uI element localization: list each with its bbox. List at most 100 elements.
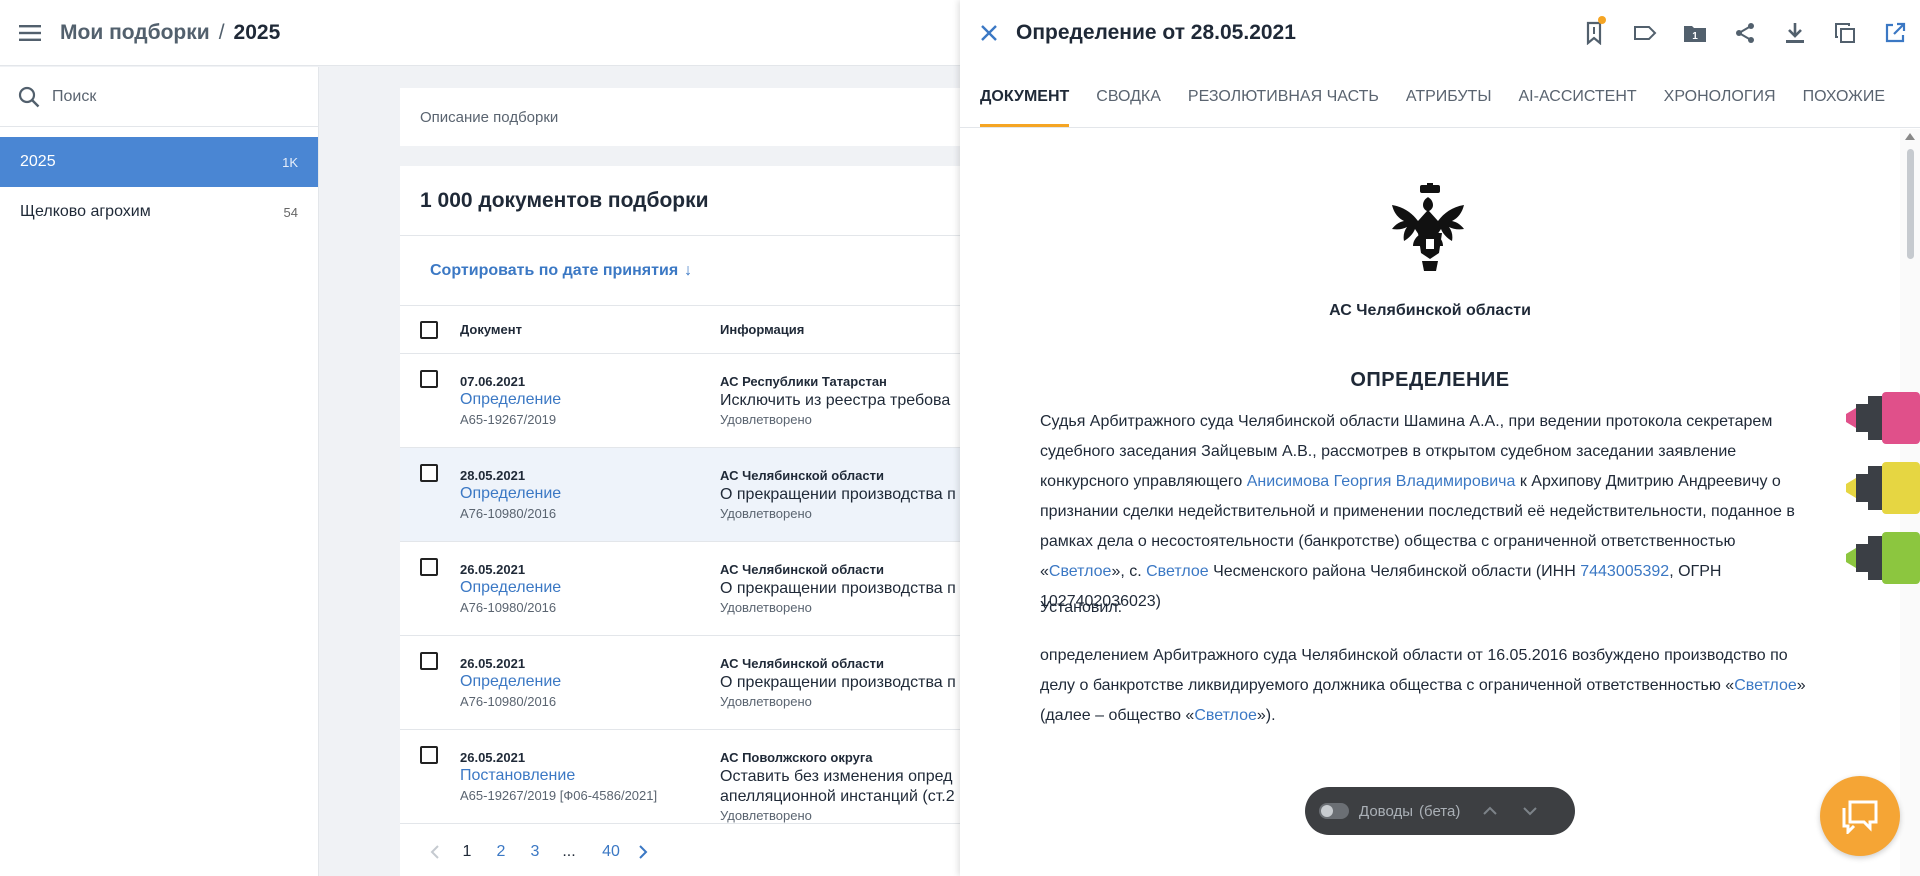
scrollbar-thumb[interactable] <box>1907 149 1914 259</box>
breadcrumb-separator: / <box>218 20 225 44</box>
row-checkbox[interactable] <box>420 370 438 388</box>
document-court: АС Челябинской области <box>1329 302 1531 319</box>
table-row[interactable]: 28.05.2021 Определение А76-10980/2016 АС… <box>400 448 960 542</box>
prev-page-icon[interactable] <box>420 844 450 860</box>
row-doc-link[interactable]: Определение <box>460 391 561 409</box>
sidebar-item-2025[interactable]: 2025 1K <box>0 137 318 187</box>
scroll-up-icon[interactable] <box>1905 133 1915 140</box>
row-doc-link[interactable]: Определение <box>460 485 561 503</box>
panel-toolbar: 1 <box>1570 0 1920 66</box>
tab-summary[interactable]: Сводка <box>1096 86 1161 127</box>
search-input[interactable] <box>52 87 292 106</box>
row-case-number: А65-19267/2019 [Ф06-4586/2021] <box>460 788 658 803</box>
chat-icon[interactable] <box>1820 776 1900 856</box>
row-checkbox[interactable] <box>420 558 438 576</box>
notification-dot <box>1598 16 1606 24</box>
table-row[interactable]: 07.06.2021 Определение А65-19267/2019 АС… <box>400 354 960 448</box>
row-date: 07.06.2021 <box>460 374 526 389</box>
main-content: Описание подборки 1 000 документов подбо… <box>320 67 960 876</box>
sidebar-item-shchelkovo-agrokhim[interactable]: Щелково агрохим 54 <box>0 187 318 237</box>
place-link[interactable]: Светлое <box>1146 563 1209 580</box>
pagination: 1 2 3 ... 40 <box>400 828 960 876</box>
row-status: Удовлетворено <box>720 506 812 521</box>
tab-chronology[interactable]: Хронология <box>1664 86 1776 127</box>
next-page-icon[interactable] <box>628 844 658 860</box>
sort-button[interactable]: Сортировать по дате принятия ↓ <box>400 236 960 306</box>
panel-header: Определение от 28.05.2021 1 <box>960 0 1920 66</box>
tab-ai-assistant[interactable]: AI-Ассистент <box>1519 86 1637 127</box>
panel-title: Определение от 28.05.2021 <box>1016 21 1296 44</box>
description-field[interactable]: Описание подборки <box>400 88 960 146</box>
page-2[interactable]: 2 <box>484 843 518 861</box>
folder-icon[interactable]: 1 <box>1670 0 1720 66</box>
document-paragraph-3: определением Арбитражного суда Челябинск… <box>1040 641 1820 731</box>
paragraph-text: »). <box>1256 707 1276 724</box>
hamburger-icon[interactable] <box>0 0 60 66</box>
company-link[interactable]: Светлое <box>1734 677 1797 694</box>
arguments-label: Доводы <box>1359 802 1414 820</box>
document-paragraph-2: Установил: <box>1040 599 1123 616</box>
arguments-toggle[interactable] <box>1319 803 1349 819</box>
row-checkbox[interactable] <box>420 746 438 764</box>
table-row[interactable]: 26.05.2021 Определение А76-10980/2016 АС… <box>400 636 960 730</box>
breadcrumb-current: 2025 <box>233 20 281 44</box>
panel-tabs: Документ Сводка Резолютивная часть Атриб… <box>960 66 1920 128</box>
row-court: АС Челябинской области <box>720 468 884 483</box>
table-row[interactable]: 26.05.2021 Определение А76-10980/2016 АС… <box>400 542 960 636</box>
tag-icon[interactable] <box>1620 0 1670 66</box>
row-case-number: А65-19267/2019 <box>460 412 557 427</box>
company-link[interactable]: Светлое <box>1194 707 1257 724</box>
row-checkbox[interactable] <box>420 652 438 670</box>
paragraph-text: Чесменского района Челябинской области (… <box>1208 563 1581 580</box>
row-case-number: А76-10980/2016 <box>460 694 557 709</box>
green-highlighter-icon[interactable] <box>1844 532 1920 584</box>
row-doc-link[interactable]: Определение <box>460 579 561 597</box>
chevron-down-icon[interactable] <box>1522 806 1538 816</box>
person-link[interactable]: Анисимова Георгия Владимировича <box>1247 473 1516 490</box>
row-doc-link[interactable]: Определение <box>460 673 561 691</box>
row-summary: О прекращении производства п <box>720 486 956 503</box>
row-doc-link[interactable]: Постановление <box>460 767 575 785</box>
sidebar-item-count: 54 <box>283 204 298 220</box>
folder-badge: 1 <box>1692 31 1698 42</box>
row-status: Удовлетворено <box>720 412 812 427</box>
row-date: 28.05.2021 <box>460 468 526 483</box>
yellow-highlighter-icon[interactable] <box>1844 462 1920 514</box>
row-court: АС Челябинской области <box>720 562 884 577</box>
breadcrumb-root[interactable]: Мои подборки <box>60 21 210 45</box>
row-date: 26.05.2021 <box>460 562 526 577</box>
row-summary-line2: апелляционной инстанций (ст.2 <box>720 788 955 805</box>
tab-document[interactable]: Документ <box>980 86 1070 127</box>
page-3[interactable]: 3 <box>518 843 552 861</box>
copy-icon[interactable] <box>1820 0 1870 66</box>
close-icon[interactable] <box>964 0 1014 66</box>
inn-link[interactable]: 7443005392 <box>1580 563 1669 580</box>
row-summary: О прекращении производства п <box>720 674 956 691</box>
sidebar-item-count: 1K <box>282 154 298 170</box>
page-1[interactable]: 1 <box>450 843 484 861</box>
sort-label: Сортировать по дате принятия <box>430 261 679 279</box>
download-icon[interactable] <box>1770 0 1820 66</box>
select-all-checkbox[interactable] <box>420 320 438 339</box>
row-checkbox[interactable] <box>420 464 438 482</box>
emblem-icon <box>1380 183 1480 279</box>
table-row[interactable]: 26.05.2021 Постановление А65-19267/2019 … <box>400 730 960 824</box>
tab-resolution[interactable]: Резолютивная часть <box>1188 86 1379 127</box>
page-last[interactable]: 40 <box>594 843 628 861</box>
table-header: Документ Информация <box>400 306 960 354</box>
document-title: ОПРЕДЕЛЕНИЕ <box>1350 369 1510 391</box>
search-box <box>0 67 318 127</box>
tab-similar[interactable]: Похожие <box>1803 86 1885 127</box>
open-external-icon[interactable] <box>1870 0 1920 66</box>
documents-list: 1 000 документов подборки Сортировать по… <box>400 166 960 876</box>
row-status: Удовлетворено <box>720 808 812 823</box>
row-court: АС Челябинской области <box>720 656 884 671</box>
tab-attributes[interactable]: Атрибуты <box>1406 86 1492 127</box>
chevron-up-icon[interactable] <box>1482 806 1498 816</box>
bookmark-icon[interactable] <box>1570 0 1620 66</box>
company-link[interactable]: Светлое <box>1049 563 1112 580</box>
row-case-number: А76-10980/2016 <box>460 600 557 615</box>
share-icon[interactable] <box>1720 0 1770 66</box>
paragraph-text: », с. <box>1111 563 1147 580</box>
pink-highlighter-icon[interactable] <box>1844 392 1920 444</box>
